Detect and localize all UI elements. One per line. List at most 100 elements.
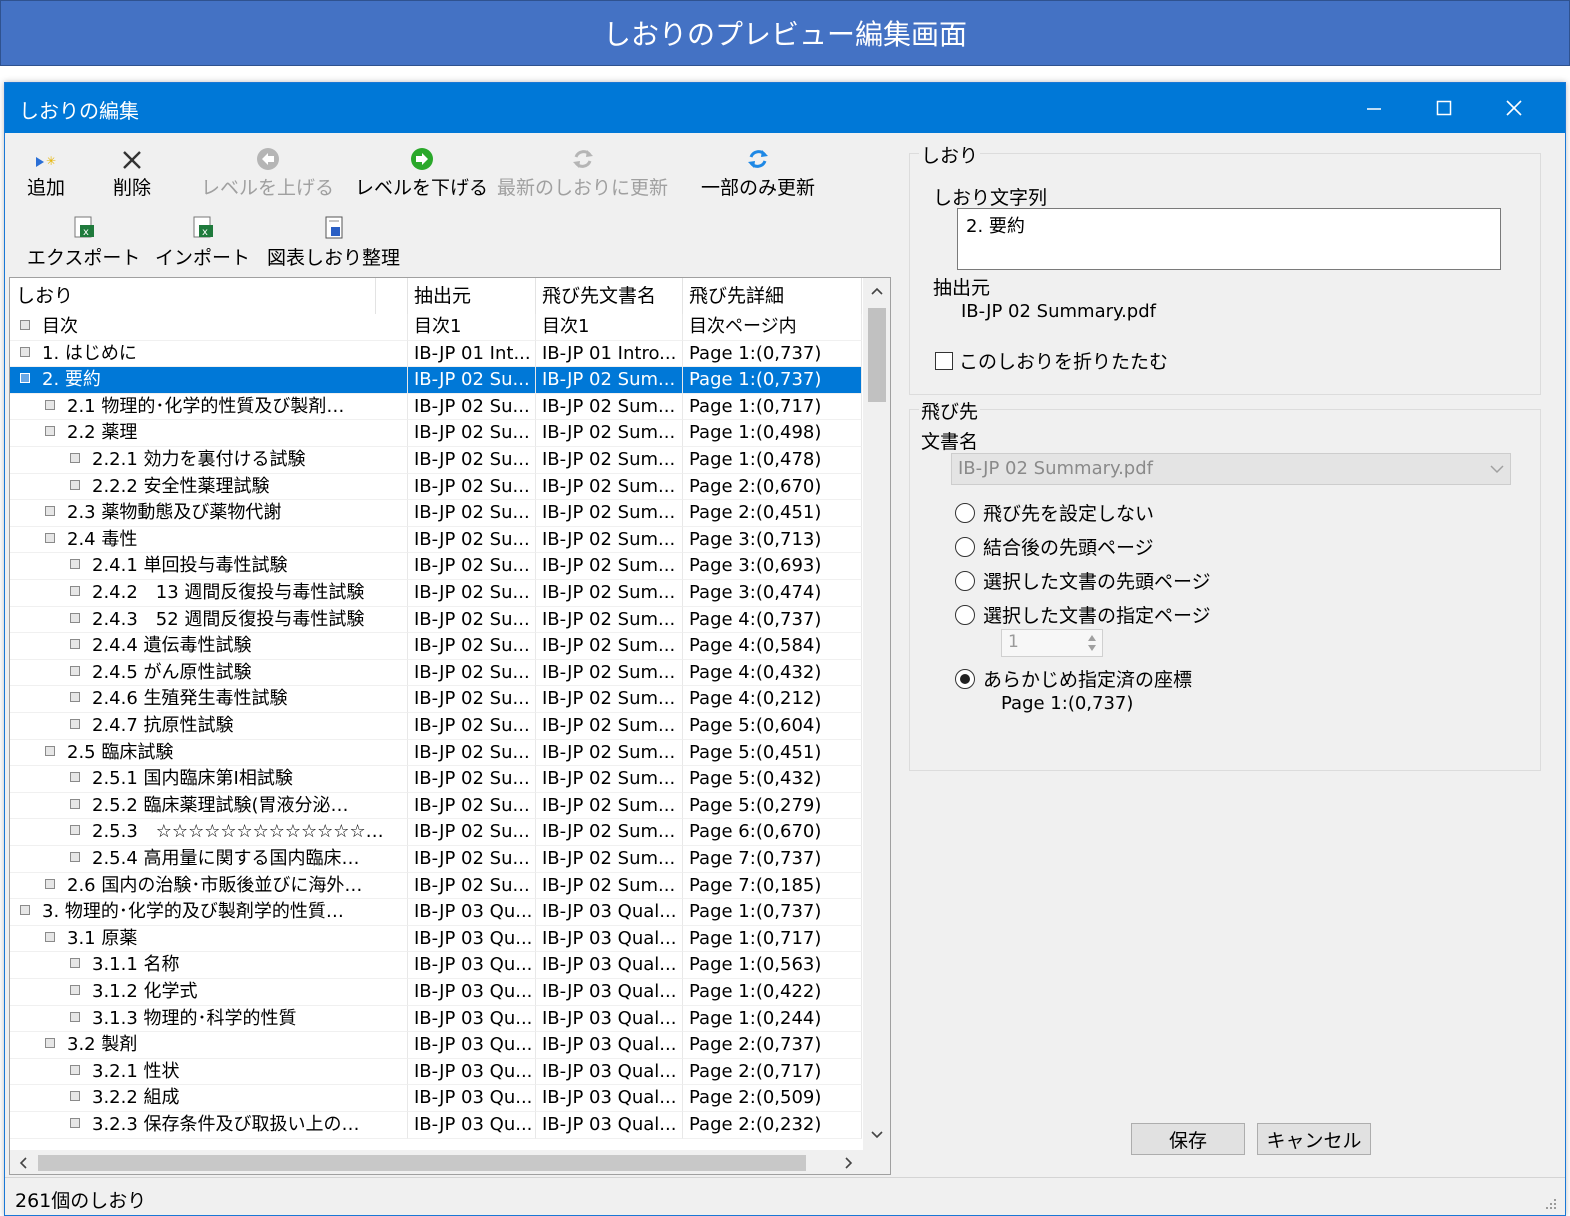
table-row[interactable]: 2.6 国内の治験･市販後並びに海外… IB-JP 02 Su... IB-JP 0… xyxy=(10,872,862,900)
table-row[interactable]: 1. はじめに IB-JP 01 Int... IB-JP 01 Intro... P… xyxy=(10,340,862,368)
level-down-button[interactable]: レベルを下げる xyxy=(355,145,488,200)
bookmark-tree-table[interactable]: しおり 抽出元 飛び先文書名 飛び先詳細 目次 目次1 目次1 目次ページ内 1. はじ… xyxy=(9,277,891,1175)
table-row[interactable]: 2.2.2 安全性薬理試験 IB-JP 02 Su... IB-JP 02 Sum.… xyxy=(10,473,862,501)
expand-toggle-icon[interactable] xyxy=(70,586,80,596)
figure-bookmarks-button[interactable]: 図表しおり整理 xyxy=(267,215,400,270)
expand-toggle-icon[interactable] xyxy=(70,1118,80,1128)
radio-circle[interactable] xyxy=(955,536,975,557)
table-row[interactable]: 2.2 薬理 IB-JP 02 Su... IB-JP 02 Sum... Page … xyxy=(10,420,862,447)
bookmark-text-input[interactable]: 2. 要約 xyxy=(957,208,1501,270)
expand-toggle-icon[interactable] xyxy=(70,719,80,729)
table-row[interactable]: 2.5 臨床試験 IB-JP 02 Su... IB-JP 02 Sum... Pag… xyxy=(10,739,862,767)
table-row[interactable]: 3.2.1 性状 IB-JP 03 Qu... IB-JP 03 Qual... Pa… xyxy=(10,1058,862,1086)
expand-toggle-icon[interactable] xyxy=(20,905,30,916)
table-row[interactable]: 2. 要約 IB-JP 02 Su... IB-JP 02 Sum... Page 1… xyxy=(10,367,862,394)
expand-toggle-icon[interactable] xyxy=(70,798,80,809)
expand-toggle-icon[interactable] xyxy=(70,479,80,490)
table-row[interactable]: 2.4.6 生殖発生毒性試験 IB-JP 02 Su... IB-JP 02 Sum… xyxy=(10,686,862,713)
minimize-button[interactable] xyxy=(1339,83,1409,133)
radio-circle[interactable] xyxy=(955,604,975,625)
expand-toggle-icon[interactable] xyxy=(70,612,80,623)
resize-grip-icon[interactable] xyxy=(1543,1196,1557,1210)
save-button[interactable]: 保存 xyxy=(1131,1123,1245,1155)
column-header-source[interactable]: 抽出元 xyxy=(408,278,536,314)
table-row[interactable]: 2.3 薬物動態及び薬物代謝 IB-JP 02 Su... IB-JP 02 Sum… xyxy=(10,500,862,527)
expand-toggle-icon[interactable] xyxy=(45,426,55,437)
expand-toggle-icon[interactable] xyxy=(70,1011,80,1022)
refresh-latest-button[interactable]: 最新のしおりに更新 xyxy=(497,145,668,200)
table-row[interactable]: 2.4.3 52 週間反復投与毒性試験 IB-JP 02 Su... IB-JP 0… xyxy=(10,606,862,634)
expand-toggle-icon[interactable] xyxy=(70,825,80,836)
table-row[interactable]: 2.5.2 臨床薬理試験(胃液分泌… IB-JP 02 Su... IB-JP 02… xyxy=(10,792,862,820)
expand-toggle-icon[interactable] xyxy=(45,1038,55,1049)
column-header-target-doc[interactable]: 飛び先文書名 xyxy=(536,278,683,314)
page-number-spinner[interactable]: 1 xyxy=(1001,629,1103,657)
table-row[interactable]: 2.4 毒性 IB-JP 02 Su... IB-JP 02 Sum... Page … xyxy=(10,526,862,554)
radio-selected-doc-page[interactable]: 選択した文書の指定ページ xyxy=(955,601,1211,628)
document-select[interactable]: IB-JP 02 Summary.pdf xyxy=(951,453,1511,485)
checkbox-box[interactable] xyxy=(935,351,953,370)
expand-toggle-icon[interactable] xyxy=(70,639,80,650)
table-row[interactable]: 3.2 製剤 IB-JP 03 Qu... IB-JP 03 Qual... Page… xyxy=(10,1032,862,1059)
cancel-button[interactable]: キャンセル xyxy=(1257,1123,1371,1155)
table-row[interactable]: 2.4.5 がん原性試験 IB-JP 02 Su... IB-JP 02 Sum..… xyxy=(10,659,862,687)
table-row[interactable]: 3.1.3 物理的･科学的性質 IB-JP 03 Qu... IB-JP 03 Qu… xyxy=(10,1005,862,1033)
expand-toggle-icon[interactable] xyxy=(70,772,80,783)
radio-circle[interactable] xyxy=(955,502,975,523)
spinner-arrows-icon[interactable] xyxy=(1086,633,1098,653)
table-row[interactable]: 2.5.3 ☆☆☆☆☆☆☆☆☆☆☆☆☆… IB-JP 02 Su... IB-JP … xyxy=(10,819,862,846)
radio-merged-first-page[interactable]: 結合後の先頭ページ xyxy=(955,533,1154,560)
table-row[interactable]: 3.1.2 化学式 IB-JP 03 Qu... IB-JP 03 Qual... P… xyxy=(10,979,862,1006)
radio-circle-selected[interactable] xyxy=(955,668,975,689)
table-row[interactable]: 3.1 原薬 IB-JP 03 Qu... IB-JP 03 Qual... Page… xyxy=(10,925,862,953)
expand-toggle-icon[interactable] xyxy=(45,532,55,543)
expand-toggle-icon[interactable] xyxy=(70,852,80,862)
table-row[interactable]: 3.2.3 保存条件及び取扱い上の… IB-JP 03 Qu... IB-JP 03… xyxy=(10,1112,862,1139)
table-row[interactable]: 2.4.1 単回投与毒性試験 IB-JP 02 Su... IB-JP 02 Sum… xyxy=(10,553,862,580)
vertical-scrollbar[interactable] xyxy=(863,278,890,1150)
level-up-button[interactable]: レベルを上げる xyxy=(201,145,334,200)
table-row[interactable]: 3.2.2 組成 IB-JP 03 Qu... IB-JP 03 Qual... Pa… xyxy=(10,1085,862,1112)
table-row[interactable]: 2.4.2 13 週間反復投与毒性試験 IB-JP 02 Su... IB-JP 0… xyxy=(10,580,862,607)
column-header-bookmark[interactable]: しおり xyxy=(10,278,376,314)
table-row[interactable]: 3. 物理的･化学的及び製剤学的性質… IB-JP 03 Qu... IB-JP 0… xyxy=(10,899,862,926)
expand-toggle-icon[interactable] xyxy=(70,692,80,703)
import-button[interactable]: x インポート xyxy=(155,215,250,270)
radio-predefined-coordinate[interactable]: あらかじめ指定済の座標 xyxy=(955,665,1192,692)
add-button[interactable]: ✳ 追加 xyxy=(27,145,65,200)
expand-toggle-icon[interactable] xyxy=(45,878,55,889)
table-row[interactable]: 2.5.4 高用量に関する国内臨床… IB-JP 02 Su... IB-JP 02… xyxy=(10,846,862,873)
collapse-checkbox[interactable]: このしおりを折りたたむ xyxy=(935,347,1168,374)
radio-circle[interactable] xyxy=(955,570,975,591)
expand-toggle-icon[interactable] xyxy=(45,399,55,410)
horizontal-scroll-thumb[interactable] xyxy=(38,1155,806,1171)
partial-update-button[interactable]: 一部のみ更新 xyxy=(701,145,815,200)
vertical-scroll-thumb[interactable] xyxy=(868,308,886,402)
expand-toggle-icon[interactable] xyxy=(70,453,80,463)
column-header-target-detail[interactable]: 飛び先詳細 xyxy=(683,278,862,314)
expand-toggle-icon[interactable] xyxy=(70,958,80,969)
expand-toggle-icon[interactable] xyxy=(45,931,55,942)
expand-toggle-icon[interactable] xyxy=(70,985,80,995)
table-row[interactable]: 2.4.4 遺伝毒性試験 IB-JP 02 Su... IB-JP 02 Sum..… xyxy=(10,633,862,660)
delete-button[interactable]: 削除 xyxy=(113,145,151,200)
expand-toggle-icon[interactable] xyxy=(70,559,80,570)
table-row[interactable]: 3.1.1 名称 IB-JP 03 Qu... IB-JP 03 Qual... Pa… xyxy=(10,952,862,979)
expand-toggle-icon[interactable] xyxy=(70,1091,80,1102)
table-row[interactable]: 2.1 物理的･化学的性質及び製剤… IB-JP 02 Su... IB-JP 02… xyxy=(10,393,862,421)
table-row[interactable]: 2.2.1 効力を裏付ける試験 IB-JP 02 Su... IB-JP 02 Su… xyxy=(10,447,862,474)
expand-toggle-icon[interactable] xyxy=(45,506,55,517)
expand-toggle-icon[interactable] xyxy=(45,745,55,756)
export-button[interactable]: x エクスポート xyxy=(27,215,140,270)
expand-toggle-icon[interactable] xyxy=(70,1064,80,1075)
radio-selected-doc-first-page[interactable]: 選択した文書の先頭ページ xyxy=(955,567,1211,594)
expand-toggle-icon[interactable] xyxy=(70,665,80,676)
table-row[interactable]: 2.5.1 国内臨床第Ⅰ相試験 IB-JP 02 Su... IB-JP 02 Su… xyxy=(10,766,862,793)
close-button[interactable] xyxy=(1479,83,1549,133)
table-row[interactable]: 目次 目次1 目次1 目次ページ内 xyxy=(10,314,862,341)
expand-toggle-icon[interactable] xyxy=(20,346,30,357)
expand-toggle-icon[interactable] xyxy=(20,373,30,384)
table-row[interactable]: 2.4.7 抗原性試験 IB-JP 02 Su... IB-JP 02 Sum...… xyxy=(10,713,862,740)
expand-toggle-icon[interactable] xyxy=(20,320,30,330)
maximize-button[interactable] xyxy=(1409,83,1479,133)
